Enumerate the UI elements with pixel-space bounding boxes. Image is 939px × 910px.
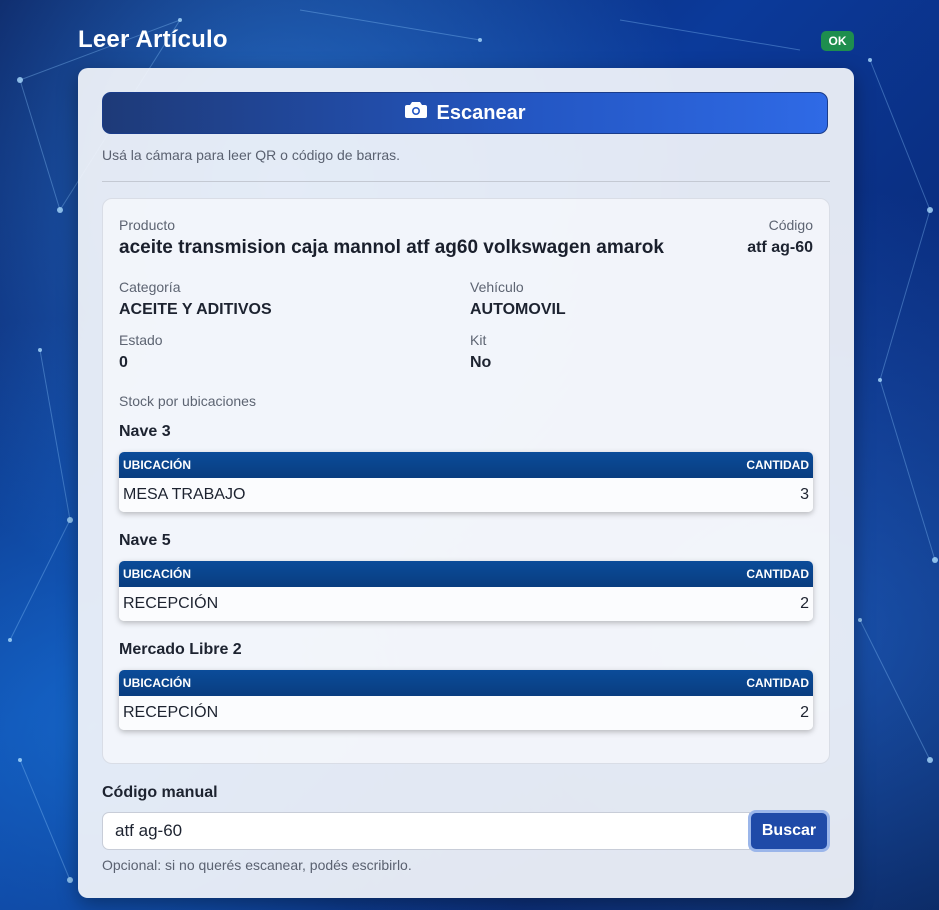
code-label: Código xyxy=(768,217,813,233)
manual-code-input[interactable] xyxy=(102,812,750,850)
column-header-location: UBICACIÓN xyxy=(123,676,191,690)
location-cell: RECEPCIÓN xyxy=(123,595,219,612)
status-label: Estado xyxy=(119,332,163,348)
vehicle-value: AUTOMOVIL xyxy=(470,301,566,318)
table-row: MESA TRABAJO 3 xyxy=(119,478,813,512)
stock-table: UBICACIÓN CANTIDAD MESA TRABAJO 3 xyxy=(119,452,813,512)
table-header: UBICACIÓN CANTIDAD xyxy=(119,561,813,587)
table-header: UBICACIÓN CANTIDAD xyxy=(119,670,813,696)
table-row: RECEPCIÓN 2 xyxy=(119,587,813,621)
status-value: 0 xyxy=(119,354,128,371)
column-header-quantity: CANTIDAD xyxy=(746,458,809,472)
vehicle-label: Vehículo xyxy=(470,279,524,295)
location-cell: RECEPCIÓN xyxy=(123,704,219,721)
column-header-location: UBICACIÓN xyxy=(123,567,191,581)
product-info-panel: Producto aceite transmision caja mannol … xyxy=(102,198,830,764)
scan-help-text: Usá la cámara para leer QR o código de b… xyxy=(102,147,401,163)
stock-table: UBICACIÓN CANTIDAD RECEPCIÓN 2 xyxy=(119,561,813,621)
page-title: Leer Artículo xyxy=(78,26,228,53)
kit-label: Kit xyxy=(470,332,487,348)
column-header-location: UBICACIÓN xyxy=(123,458,191,472)
quantity-cell: 2 xyxy=(800,704,809,721)
code-value: atf ag-60 xyxy=(747,239,813,256)
category-value: ACEITE Y ADITIVOS xyxy=(119,301,272,318)
stock-title: Stock por ubicaciones xyxy=(119,393,256,409)
column-header-quantity: CANTIDAD xyxy=(746,676,809,690)
stock-group-title: Nave 3 xyxy=(119,423,171,440)
category-label: Categoría xyxy=(119,279,181,295)
quantity-cell: 2 xyxy=(800,595,809,612)
column-header-quantity: CANTIDAD xyxy=(746,567,809,581)
quantity-cell: 3 xyxy=(800,486,809,503)
status-badge: OK xyxy=(821,31,854,51)
read-article-card: Escanear Usá la cámara para leer QR o có… xyxy=(78,68,854,898)
location-cell: MESA TRABAJO xyxy=(123,486,246,503)
camera-icon xyxy=(404,101,427,125)
scan-button[interactable]: Escanear xyxy=(102,92,828,134)
product-name: aceite transmision caja mannol atf ag60 … xyxy=(119,237,664,258)
manual-code-label: Código manual xyxy=(102,784,218,801)
table-header: UBICACIÓN CANTIDAD xyxy=(119,452,813,478)
divider xyxy=(102,181,830,182)
stock-table: UBICACIÓN CANTIDAD RECEPCIÓN 2 xyxy=(119,670,813,730)
product-label: Producto xyxy=(119,217,176,233)
manual-help-text: Opcional: si no querés escanear, podés e… xyxy=(102,857,412,873)
kit-value: No xyxy=(470,354,492,371)
search-button[interactable]: Buscar xyxy=(748,810,830,852)
stock-group-title: Nave 5 xyxy=(119,532,171,549)
scan-button-label: Escanear xyxy=(436,101,526,124)
stock-group-title: Mercado Libre 2 xyxy=(119,641,242,658)
table-row: RECEPCIÓN 2 xyxy=(119,696,813,730)
